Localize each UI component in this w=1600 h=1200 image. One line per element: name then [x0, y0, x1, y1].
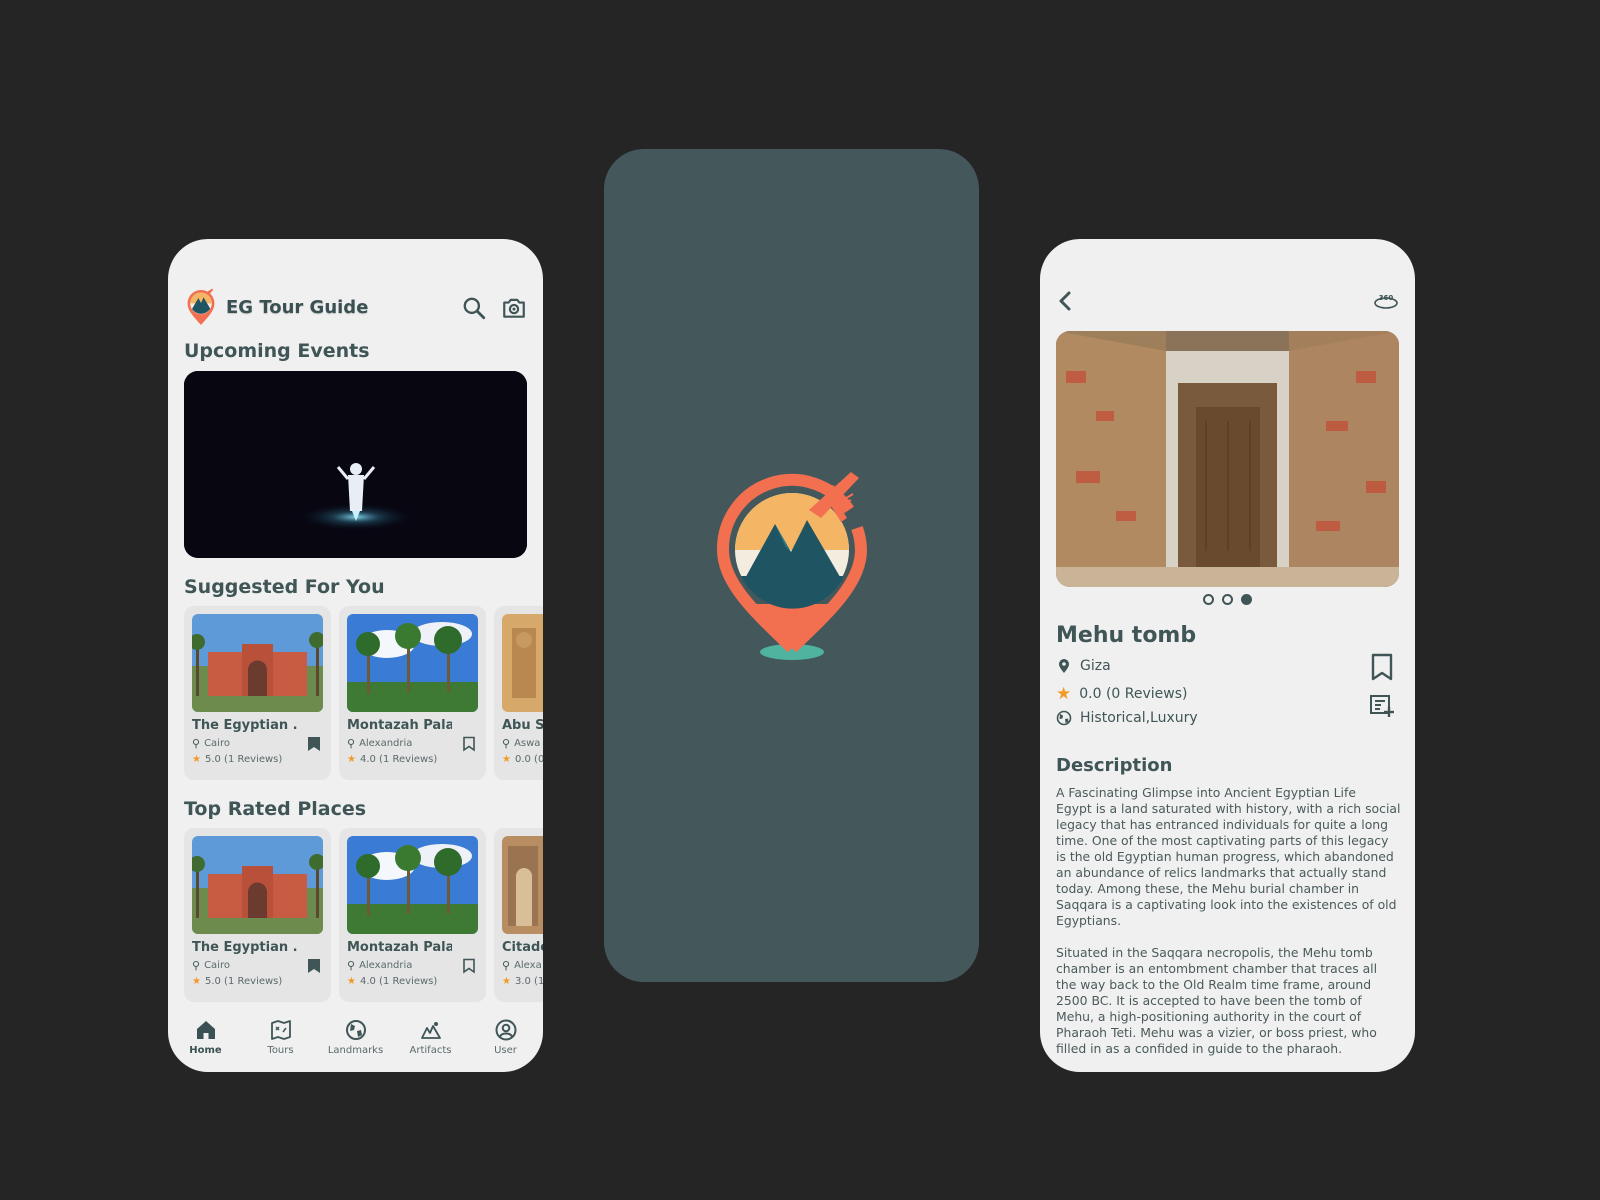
- place-categories: Historical,Luxury: [1056, 710, 1198, 726]
- egyptian-museum-image: [192, 836, 323, 934]
- abu-simbel-image: [502, 614, 543, 712]
- app-logo: [717, 472, 867, 660]
- detail-screen: 360 Mehu tomb Giza ★ 0.0 (0 Reviews) His…: [1040, 239, 1415, 1072]
- vr-360-icon[interactable]: 360: [1373, 291, 1399, 311]
- place-name: Citade: [502, 940, 543, 955]
- event-image: [184, 371, 527, 558]
- place-name: Montazah Pala...: [347, 718, 452, 733]
- place-location: ⚲ Aswa: [502, 737, 541, 750]
- location-pin-icon: ⚲: [192, 959, 201, 972]
- place-card[interactable]: The Egyptian ... ⚲ Cairo ★ 5.0 (1 Reviews): [184, 606, 331, 780]
- globe-icon: [1056, 710, 1072, 726]
- add-to-tour-icon[interactable]: [1369, 693, 1395, 719]
- home-screen: EG Tour Guide Upcoming Events Suggested …: [168, 239, 543, 1072]
- star-icon: ★: [192, 976, 201, 987]
- description-text: A Fascinating Glimpse into Ancient Egypt…: [1056, 785, 1401, 1056]
- location-pin-icon: ⚲: [347, 737, 356, 750]
- map-icon: [270, 1020, 291, 1040]
- egyptian-museum-image: [192, 614, 323, 712]
- star-icon: ★: [502, 976, 511, 987]
- place-name: The Egyptian ...: [192, 940, 297, 955]
- place-name: Abu S: [502, 718, 543, 733]
- carousel-indicator: [1040, 594, 1415, 605]
- place-location: Giza: [1056, 658, 1111, 674]
- location-pin-icon: ⚲: [502, 737, 511, 750]
- place-location: ⚲ Alexandria: [347, 737, 413, 750]
- star-icon: ★: [1056, 684, 1072, 704]
- back-icon[interactable]: [1054, 289, 1078, 313]
- place-card[interactable]: Abu S ⚲ Aswa ★ 0.0 (0: [494, 606, 543, 780]
- carousel-dot[interactable]: [1222, 594, 1233, 605]
- svg-text:360: 360: [1379, 294, 1394, 302]
- star-icon: ★: [347, 976, 356, 987]
- nav-tours[interactable]: Tours: [249, 1018, 313, 1056]
- nav-artifacts[interactable]: Artifacts: [399, 1018, 463, 1056]
- bookmark-outline-icon[interactable]: [462, 736, 476, 752]
- place-rating: ★ 4.0 (1 Reviews): [347, 754, 438, 765]
- place-location: ⚲ Cairo: [192, 959, 230, 972]
- nav-landmarks[interactable]: Landmarks: [324, 1018, 388, 1056]
- bookmark-filled-icon[interactable]: [307, 958, 321, 974]
- bookmark-outline-icon[interactable]: [1371, 653, 1393, 681]
- star-icon: ★: [347, 754, 356, 765]
- home-icon: [196, 1021, 215, 1039]
- splash-screen: [604, 149, 979, 982]
- place-card[interactable]: Citade ⚲Alexa ★3.0 (1: [494, 828, 543, 1002]
- search-icon[interactable]: [461, 295, 487, 321]
- place-card[interactable]: Montazah Pala... ⚲Alexandria ★4.0 (1 Rev…: [339, 606, 486, 780]
- place-card[interactable]: Montazah Pala... ⚲Alexandria ★4.0 (1 Rev…: [339, 828, 486, 1002]
- suggested-row: The Egyptian ... ⚲ Cairo ★ 5.0 (1 Reviews)…: [184, 606, 543, 780]
- carousel-dot-active[interactable]: [1241, 594, 1252, 605]
- location-pin-icon: ⚲: [502, 959, 511, 972]
- place-location: ⚲ Alexandria: [347, 959, 413, 972]
- place-name: The Egyptian ...: [192, 718, 297, 733]
- star-icon: ★: [502, 754, 511, 765]
- location-pin-icon: ⚲: [347, 959, 356, 972]
- place-image-carousel[interactable]: [1056, 331, 1399, 587]
- bookmark-outline-icon[interactable]: [462, 958, 476, 974]
- bookmark-filled-icon[interactable]: [307, 736, 321, 752]
- user-icon: [495, 1019, 516, 1041]
- location-pin-icon: ⚲: [192, 737, 201, 750]
- star-icon: ★: [192, 754, 201, 765]
- top-rated-row: The Egyptian ... ⚲ Cairo ★ 5.0 (1 Reviews)…: [184, 828, 543, 1002]
- place-location: ⚲ Cairo: [192, 737, 230, 750]
- camera-icon[interactable]: [501, 295, 527, 321]
- app-header: EG Tour Guide: [184, 287, 527, 327]
- place-rating: ★ 0.0 (0 Reviews): [1056, 684, 1188, 704]
- place-rating: ★ 5.0 (1 Reviews): [192, 976, 283, 987]
- place-rating: ★ 3.0 (1: [502, 976, 543, 987]
- place-name: Montazah Pala...: [347, 940, 452, 955]
- place-location: ⚲ Alexa: [502, 959, 542, 972]
- place-rating: ★ 5.0 (1 Reviews): [192, 754, 283, 765]
- place-card[interactable]: The Egyptian ... ⚲ Cairo ★ 5.0 (1 Reviews): [184, 828, 331, 1002]
- bottom-nav: Home Tours Landmarks Artifacts User: [168, 1002, 543, 1072]
- carousel-dot[interactable]: [1203, 594, 1214, 605]
- nav-user[interactable]: User: [474, 1018, 538, 1056]
- place-rating: ★ 4.0 (1 Reviews): [347, 976, 438, 987]
- section-title-suggested: Suggested For You: [184, 576, 385, 598]
- place-title: Mehu tomb: [1056, 623, 1197, 648]
- montazah-palace-image: [347, 836, 478, 934]
- app-logo: [187, 288, 215, 325]
- artifact-icon: [420, 1022, 441, 1039]
- section-title-top-rated: Top Rated Places: [184, 798, 367, 820]
- event-banner[interactable]: [184, 371, 527, 558]
- section-title-events: Upcoming Events: [184, 340, 370, 362]
- app-title: EG Tour Guide: [226, 296, 369, 318]
- globe-icon: [345, 1020, 366, 1040]
- description-title: Description: [1056, 755, 1173, 776]
- montazah-palace-image: [347, 614, 478, 712]
- citadel-image: [502, 836, 543, 934]
- nav-home[interactable]: Home: [174, 1018, 238, 1056]
- location-pin-icon: [1059, 659, 1069, 673]
- place-rating: ★ 0.0 (0: [502, 754, 543, 765]
- tomb-image: [1056, 331, 1399, 587]
